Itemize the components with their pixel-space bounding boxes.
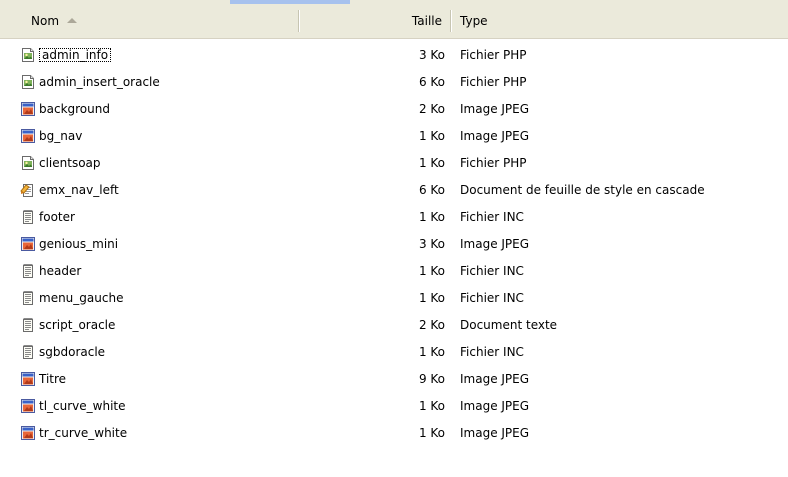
file-row[interactable]: tr_curve_white 1 Ko Image JPEG (0, 420, 788, 447)
file-size: 9 Ko (418, 372, 445, 386)
file-name-focused: admin_info (39, 48, 112, 62)
file-size: 2 Ko (418, 102, 445, 116)
file-type: Document de feuille de style en cascade (460, 183, 705, 197)
file-type: Image JPEG (460, 102, 530, 116)
file-type: Fichier INC (460, 291, 524, 305)
column-header-bar: Nom Taille Type (0, 0, 788, 39)
file-type: Fichier INC (460, 264, 524, 278)
jpeg-image-icon (20, 101, 36, 117)
file-size: 3 Ko (418, 48, 445, 62)
css-file-icon (20, 182, 36, 198)
file-name: clientsoap (39, 156, 101, 170)
php-file-icon (20, 155, 36, 171)
column-header-name[interactable]: Nom (0, 6, 298, 36)
column-header-type[interactable]: Type (451, 6, 788, 36)
file-row[interactable]: bg_nav 1 Ko Image JPEG (0, 123, 788, 150)
file-row[interactable]: genious_mini 3 Ko Image JPEG (0, 231, 788, 258)
file-name: Titre (39, 372, 67, 386)
file-row[interactable]: background 2 Ko Image JPEG (0, 96, 788, 123)
column-header-type-label: Type (460, 14, 488, 28)
jpeg-image-icon (20, 425, 36, 441)
jpeg-image-icon (20, 128, 36, 144)
file-type: Document texte (460, 318, 558, 332)
header-accent (230, 0, 350, 4)
file-type: Image JPEG (460, 129, 530, 143)
file-size: 1 Ko (418, 264, 445, 278)
file-name: admin_info (39, 42, 112, 69)
file-name: tl_curve_white (39, 399, 126, 413)
file-row[interactable]: admin_info 3 Ko Fichier PHP (0, 42, 788, 69)
text-file-icon (20, 290, 36, 306)
file-size: 1 Ko (418, 156, 445, 170)
file-row[interactable]: footer 1 Ko Fichier INC (0, 204, 788, 231)
file-name: sgbdoracle (39, 345, 106, 359)
file-name: footer (39, 210, 75, 224)
file-type: Fichier PHP (460, 156, 527, 170)
file-size: 1 Ko (418, 291, 445, 305)
file-size: 3 Ko (418, 237, 445, 251)
file-row[interactable]: Titre 9 Ko Image JPEG (0, 366, 788, 393)
file-row[interactable]: admin_insert_oracle 6 Ko Fichier PHP (0, 69, 788, 96)
file-row[interactable]: script_oracle 2 Ko Document texte (0, 312, 788, 339)
text-file-icon (20, 317, 36, 333)
file-row[interactable]: header 1 Ko Fichier INC (0, 258, 788, 285)
file-row[interactable]: tl_curve_white 1 Ko Image JPEG (0, 393, 788, 420)
column-header-name-label: Nom (31, 14, 60, 28)
file-size: 1 Ko (418, 129, 445, 143)
file-name: emx_nav_left (39, 183, 119, 197)
file-name: menu_gauche (39, 291, 124, 305)
file-row[interactable]: sgbdoracle 1 Ko Fichier INC (0, 339, 788, 366)
file-name: script_oracle (39, 318, 116, 332)
file-name: tr_curve_white (39, 426, 128, 440)
file-size: 1 Ko (418, 426, 445, 440)
file-type: Image JPEG (460, 426, 530, 440)
file-type: Image JPEG (460, 372, 530, 386)
file-name: genious_mini (39, 237, 119, 251)
php-file-icon (20, 74, 36, 90)
text-file-icon (20, 263, 36, 279)
sort-ascending-icon (67, 18, 78, 23)
jpeg-image-icon (20, 236, 36, 252)
file-row[interactable]: clientsoap 1 Ko Fichier PHP (0, 150, 788, 177)
text-file-icon (20, 209, 36, 225)
column-header-size-label: Taille (411, 14, 442, 28)
file-type: Fichier INC (460, 210, 524, 224)
file-size: 1 Ko (418, 399, 445, 413)
file-type: Image JPEG (460, 237, 530, 251)
file-row[interactable]: menu_gauche 1 Ko Fichier INC (0, 285, 788, 312)
column-header-size[interactable]: Taille (299, 6, 450, 36)
file-row[interactable]: emx_nav_left 6 Ko Document de feuille de… (0, 177, 788, 204)
file-type: Fichier PHP (460, 75, 527, 89)
file-type: Image JPEG (460, 399, 530, 413)
file-type: Fichier PHP (460, 48, 527, 62)
php-file-icon (20, 47, 36, 63)
file-name: bg_nav (39, 129, 83, 143)
file-name: background (39, 102, 110, 116)
file-list-view[interactable]: Nom Taille Type admin_info 3 Ko Fichier … (0, 0, 788, 477)
file-name: header (39, 264, 82, 278)
jpeg-image-icon (20, 371, 36, 387)
file-size: 2 Ko (418, 318, 445, 332)
file-size: 1 Ko (418, 210, 445, 224)
file-name: admin_insert_oracle (39, 75, 160, 89)
file-size: 6 Ko (418, 183, 445, 197)
jpeg-image-icon (20, 398, 36, 414)
text-file-icon (20, 344, 36, 360)
file-size: 6 Ko (418, 75, 445, 89)
file-type: Fichier INC (460, 345, 524, 359)
file-size: 1 Ko (418, 345, 445, 359)
